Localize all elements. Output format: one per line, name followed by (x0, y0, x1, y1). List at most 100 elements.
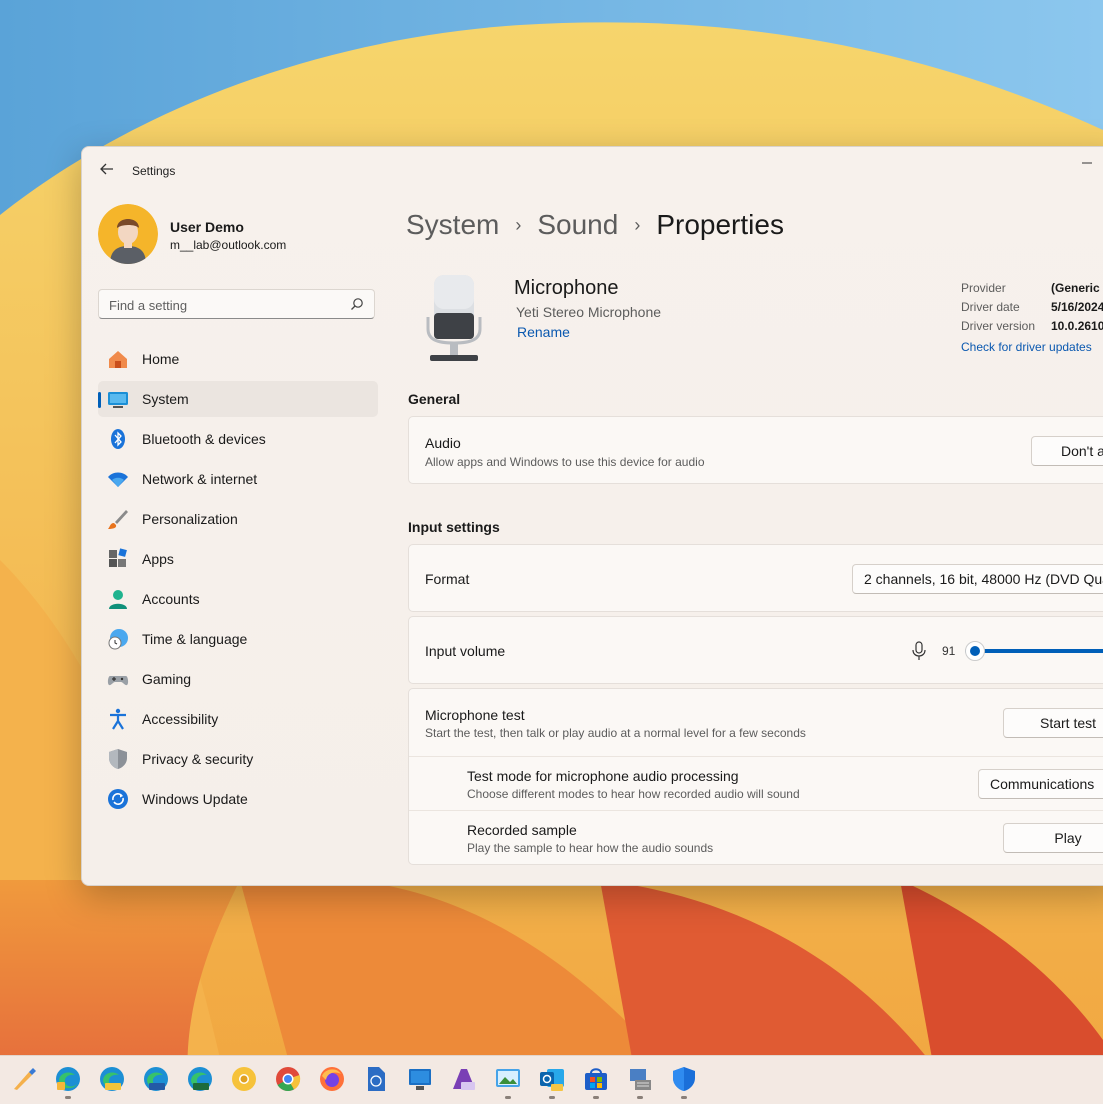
sidebar-item-label: Accounts (142, 591, 200, 607)
chevron-right-icon: › (634, 214, 641, 235)
gamepad-icon (107, 668, 129, 690)
user-email: m__lab@outlook.com (170, 238, 287, 252)
microphone-test-card: Microphone test Start the test, then tal… (408, 688, 1103, 865)
sidebar-item-system[interactable]: System (98, 381, 378, 417)
sidebar-item-privacy[interactable]: Privacy & security (98, 741, 378, 777)
defender-icon[interactable] (671, 1066, 697, 1092)
search-icon[interactable] (350, 297, 364, 311)
input-volume-value: 91 (942, 644, 956, 658)
sidebar-item-label: Apps (142, 551, 174, 567)
driver-version-label: Driver version (961, 319, 1036, 333)
taskbar (0, 1055, 1103, 1104)
sidebar-item-network[interactable]: Network & internet (98, 461, 378, 497)
sidebar-item-accounts[interactable]: Accounts (98, 581, 378, 617)
sidebar-item-label: Gaming (142, 671, 192, 687)
sidebar-item-label: Network & internet (142, 471, 258, 487)
sidebar-nav: Home System Bluetooth & devices Network … (98, 341, 378, 821)
running-indicator (681, 1096, 687, 1099)
store-icon[interactable] (583, 1066, 609, 1092)
input-volume-title: Input volume (425, 643, 506, 659)
format-select[interactable]: 2 channels, 16 bit, 48000 Hz (DVD Qual (852, 564, 1103, 594)
audio-title: Audio (425, 435, 461, 451)
sidebar-item-time-language[interactable]: Time & language (98, 621, 378, 657)
sidebar-item-label: Home (142, 351, 180, 367)
format-card: Format 2 channels, 16 bit, 48000 Hz (DVD… (408, 544, 1103, 612)
mic-test-subtitle: Start the test, then talk or play audio … (425, 726, 806, 740)
microphone-icon[interactable] (911, 641, 927, 661)
sidebar-item-apps[interactable]: Apps (98, 541, 378, 577)
paint-icon[interactable] (11, 1066, 37, 1092)
input-volume-slider-thumb[interactable] (965, 641, 985, 661)
bluetooth-icon (107, 428, 129, 450)
file-icon[interactable] (363, 1066, 389, 1092)
sidebar-item-windows-update[interactable]: Windows Update (98, 781, 378, 817)
brush-icon (107, 508, 129, 530)
firefox-icon[interactable] (319, 1066, 345, 1092)
test-mode-select[interactable]: Communications (978, 769, 1103, 799)
sidebar-item-label: Personalization (142, 511, 238, 527)
home-icon (107, 348, 129, 370)
search-input[interactable] (99, 290, 351, 320)
dont-allow-button[interactable]: Don't a (1031, 436, 1103, 466)
running-indicator (637, 1096, 643, 1099)
accessibility-icon (107, 708, 129, 730)
powershell-preview-icon[interactable] (451, 1066, 477, 1092)
sidebar-item-gaming[interactable]: Gaming (98, 661, 378, 697)
settings-window: Settings User Demo m__lab@outlook.com Ho… (81, 146, 1103, 886)
sidebar-item-label: System (142, 391, 189, 407)
provider-value: (Generic U (1051, 281, 1103, 295)
recorded-sample-subtitle: Play the sample to hear how the audio so… (467, 841, 714, 855)
play-button[interactable]: Play (1003, 823, 1103, 853)
edge-dev-icon[interactable] (187, 1066, 213, 1092)
test-mode-subtitle: Choose different modes to hear how recor… (467, 787, 800, 801)
sidebar-item-personalization[interactable]: Personalization (98, 501, 378, 537)
network-tool-icon[interactable] (627, 1066, 653, 1092)
breadcrumb-sound[interactable]: Sound (537, 209, 618, 241)
remote-desktop-icon[interactable] (407, 1066, 433, 1092)
start-test-button[interactable]: Start test (1003, 708, 1103, 738)
photos-icon[interactable] (495, 1066, 521, 1092)
sidebar-item-label: Privacy & security (142, 751, 254, 767)
wifi-icon (107, 468, 129, 490)
minimize-icon (1082, 162, 1092, 164)
mic-test-title: Microphone test (425, 707, 525, 723)
device-model: Yeti Stereo Microphone (516, 304, 662, 320)
driver-date-label: Driver date (961, 300, 1020, 314)
accounts-icon (107, 588, 129, 610)
breadcrumb-system[interactable]: System (406, 209, 499, 241)
edge-canary-icon[interactable] (99, 1066, 125, 1092)
edge-icon[interactable] (55, 1066, 81, 1092)
microphone-device-icon (426, 275, 482, 361)
provider-label: Provider (961, 281, 1006, 295)
shield-icon (107, 748, 129, 770)
section-heading-general: General (408, 391, 461, 407)
minimize-button[interactable] (1075, 155, 1099, 175)
system-icon (107, 388, 129, 410)
chevron-right-icon: › (515, 214, 522, 235)
audio-subtitle: Allow apps and Windows to use this devic… (425, 455, 705, 469)
sidebar-item-label: Windows Update (142, 791, 248, 807)
sidebar-item-bluetooth[interactable]: Bluetooth & devices (98, 421, 378, 457)
sidebar-item-home[interactable]: Home (98, 341, 378, 377)
sidebar-item-accessibility[interactable]: Accessibility (98, 701, 378, 737)
running-indicator (593, 1096, 599, 1099)
audio-card: Audio Allow apps and Windows to use this… (408, 416, 1103, 484)
input-volume-slider[interactable] (965, 641, 1103, 661)
arrow-left-icon (100, 163, 113, 175)
search-box (98, 289, 375, 320)
divider (409, 756, 1103, 757)
app-title: Settings (132, 164, 176, 178)
rename-link[interactable]: Rename (517, 324, 570, 340)
chrome-canary-icon[interactable] (231, 1066, 257, 1092)
divider (409, 810, 1103, 811)
avatar[interactable] (98, 204, 158, 264)
recorded-sample-title: Recorded sample (467, 822, 577, 838)
edge-beta-icon[interactable] (143, 1066, 169, 1092)
check-driver-updates-link[interactable]: Check for driver updates (961, 340, 1103, 354)
outlook-new-icon[interactable] (539, 1066, 565, 1092)
back-button[interactable] (96, 161, 118, 181)
driver-version-value: 10.0.26100 (1051, 319, 1103, 333)
input-volume-card: Input volume 91 (408, 616, 1103, 684)
user-avatar-icon (98, 204, 158, 264)
chrome-icon[interactable] (275, 1066, 301, 1092)
